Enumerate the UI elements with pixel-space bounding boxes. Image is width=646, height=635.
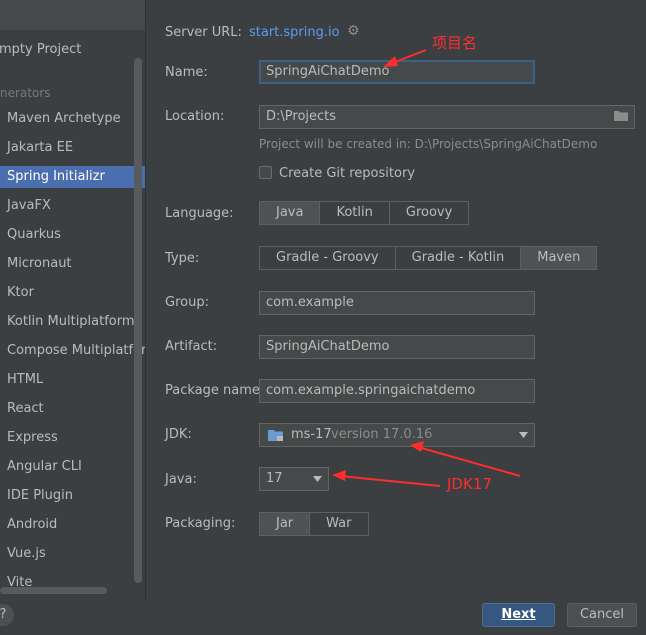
sidebar-item-android[interactable]: Android [7,514,57,536]
sidebar-item-kotlin-multiplatform[interactable]: Kotlin Multiplatform [7,311,135,333]
type-option-gradle-kotlin[interactable]: Gradle - Kotlin [396,247,522,269]
annotation-project-name: 项目名 [432,34,478,52]
artifact-label: Artifact: [165,339,218,354]
sidebar-item-compose-multiplatform[interactable]: Compose Multiplatform [7,340,145,362]
package-name-field[interactable]: com.example.springaichatdemo [259,379,535,403]
type-label: Type: [165,251,200,266]
jdk-version: version 17.0.16 [331,427,433,442]
sidebar-item-express[interactable]: Express [7,427,58,449]
sidebar-item-angular-cli[interactable]: Angular CLI [7,456,82,478]
server-url-label: Server URL: [165,25,242,40]
java-version-dropdown[interactable]: 17 [259,467,329,491]
git-checkbox[interactable] [259,166,272,179]
server-url-link[interactable]: start.spring.io [249,25,340,40]
group-label: Group: [165,295,209,310]
sidebar-item-jakarta-ee[interactable]: Jakarta EE [7,137,73,159]
jdk-label: JDK: [165,427,192,442]
sidebar-item-empty-project[interactable]: mpty Project [0,39,81,61]
chevron-down-icon [313,476,322,482]
spring-initializr-form: Server URL: start.spring.io ⚙ Name: Spri… [146,0,646,600]
jdk-dropdown[interactable]: ms-17 version 17.0.16 [259,423,535,447]
type-option-gradle-groovy[interactable]: Gradle - Groovy [260,247,396,269]
location-field[interactable]: D:\Projects [259,105,635,129]
packaging-label: Packaging: [165,516,236,531]
sidebar-item-quarkus[interactable]: Quarkus [7,224,61,246]
sidebar-item-html[interactable]: HTML [7,369,43,391]
package-name-label: Package name: [165,383,265,398]
project-type-sidebar: mpty Project nerators Maven Archetype Jak… [0,0,146,600]
name-field[interactable]: SpringAiChatDemo [259,60,535,84]
sidebar-section-generators: nerators [0,86,51,100]
chevron-down-icon [519,432,528,438]
java-version-value: 17 [266,471,283,486]
name-label: Name: [165,65,208,80]
location-label: Location: [165,109,225,124]
cancel-button[interactable]: Cancel [567,603,637,627]
next-button[interactable]: Next [482,603,555,627]
artifact-field[interactable]: SpringAiChatDemo [259,335,535,359]
sidebar-horizontal-scrollbar[interactable] [0,587,107,594]
group-field[interactable]: com.example [259,291,535,315]
annotation-jdk17: JDK17 [447,475,492,493]
folder-icon[interactable] [614,110,628,121]
sidebar-item-react[interactable]: React [7,398,44,420]
language-option-kotlin[interactable]: Kotlin [320,202,390,224]
java-label: Java: [165,472,197,487]
git-label[interactable]: Create Git repository [279,166,415,181]
language-option-java[interactable]: Java [260,202,321,224]
location-value: D:\Projects [266,109,337,124]
sidebar-item-spring-initializr[interactable]: Spring Initializr [0,166,145,188]
jdk-folder-icon [268,430,283,441]
language-selector: Java Kotlin Groovy [259,201,470,225]
type-selector: Gradle - Groovy Gradle - Kotlin Maven [259,246,598,270]
packaging-selector: Jar War [259,512,369,536]
sidebar-item-micronaut[interactable]: Micronaut [7,253,72,275]
packaging-option-war[interactable]: War [310,513,367,535]
language-option-groovy[interactable]: Groovy [390,202,468,224]
sidebar-item-maven-archetype[interactable]: Maven Archetype [7,108,121,130]
sidebar-item-ktor[interactable]: Ktor [7,282,34,304]
sidebar-vertical-scrollbar[interactable] [134,58,142,583]
gear-icon[interactable]: ⚙ [347,23,360,39]
sidebar-header [0,0,145,30]
jdk-name: ms-17 [291,427,332,442]
type-option-maven[interactable]: Maven [521,247,597,269]
packaging-option-jar[interactable]: Jar [260,513,311,535]
language-label: Language: [165,206,234,221]
sidebar-item-ide-plugin[interactable]: IDE Plugin [7,485,73,507]
location-hint: Project will be created in: D:\Projects\… [259,137,598,151]
sidebar-item-javafx[interactable]: JavaFX [7,195,51,217]
sidebar-item-vue-js[interactable]: Vue.js [7,543,46,565]
